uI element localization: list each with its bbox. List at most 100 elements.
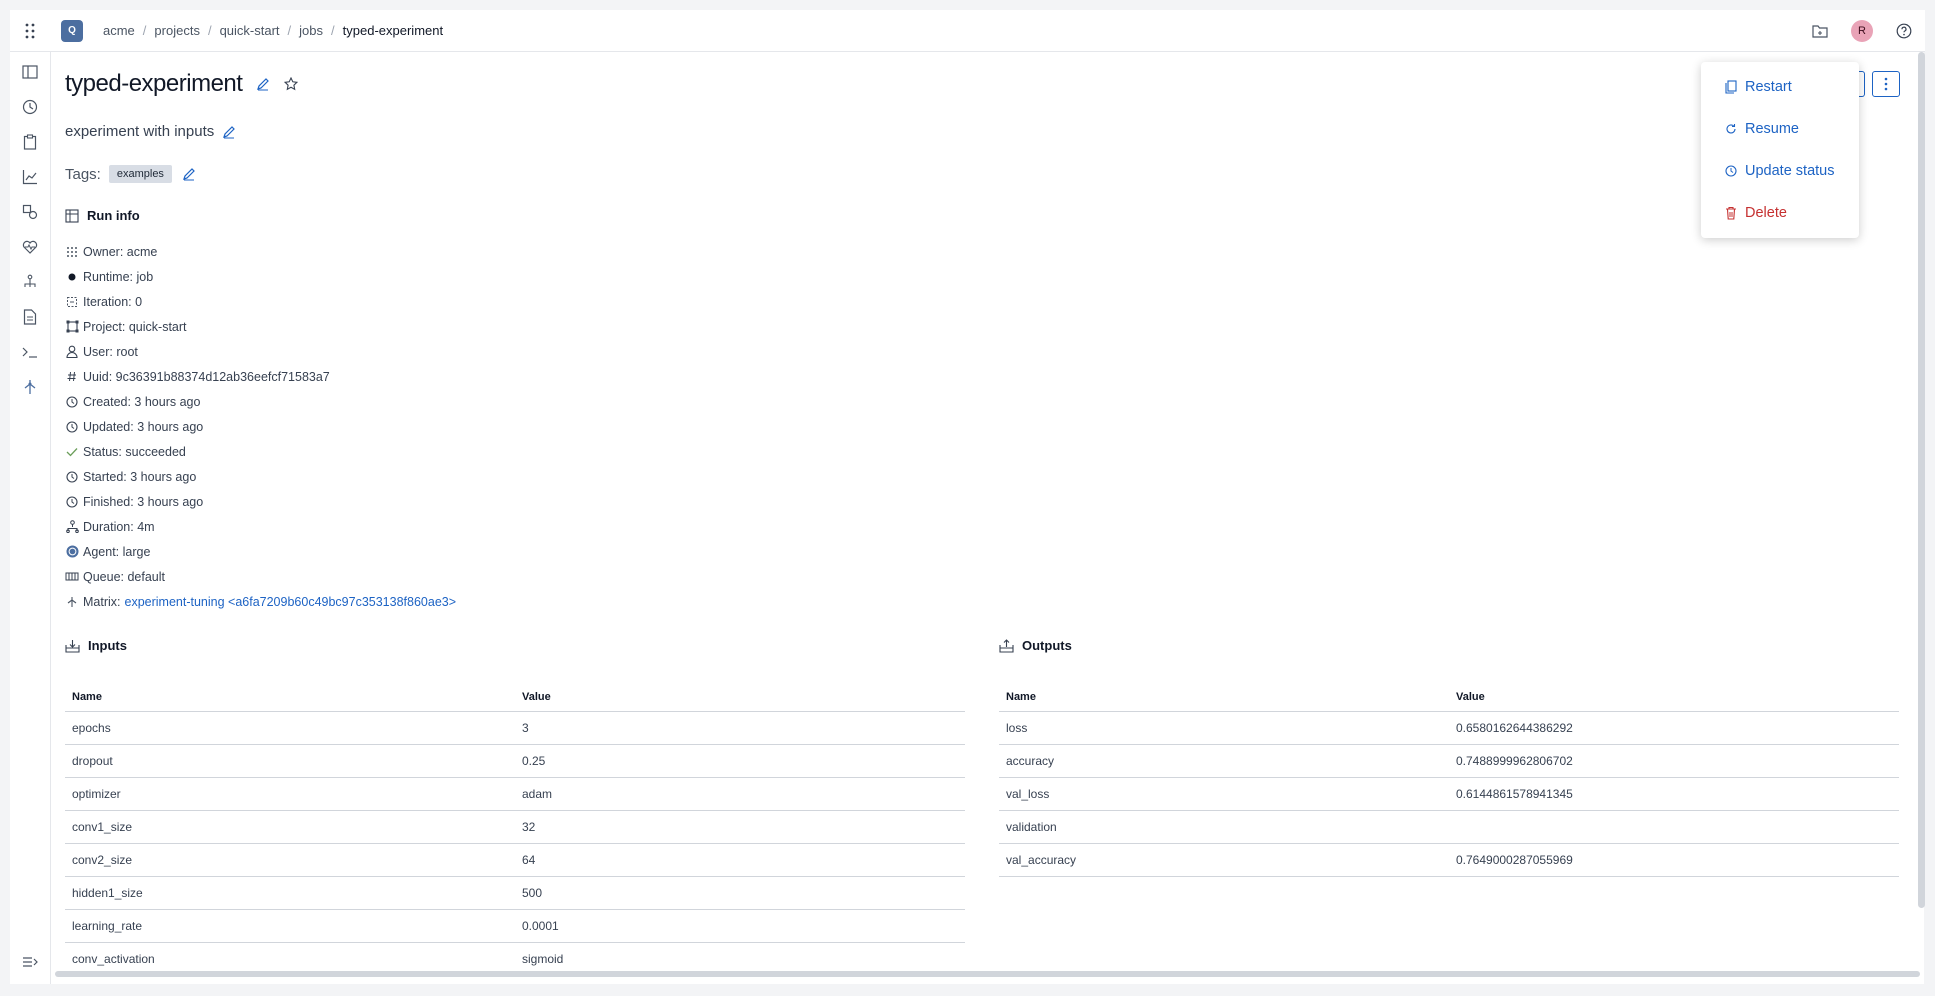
menu-item-restart[interactable]: Restart bbox=[1701, 66, 1859, 108]
inputs-title: Inputs bbox=[88, 638, 127, 653]
folder-icon[interactable] bbox=[1799, 24, 1841, 38]
hierarchy-icon bbox=[65, 520, 79, 534]
column-header-name: Name bbox=[65, 678, 515, 712]
info-iteration: Iteration: 0 bbox=[65, 289, 456, 314]
info-finished: Finished: 3 hours ago bbox=[65, 489, 456, 514]
breadcrumb-separator: / bbox=[142, 23, 147, 38]
info-queue-text: Queue: default bbox=[83, 569, 166, 584]
info-agent-text: Agent: large bbox=[83, 544, 151, 559]
column-header-value: Value bbox=[1449, 678, 1899, 712]
table-row: optimizer adam bbox=[65, 777, 965, 811]
info-project: Project: quick-start bbox=[65, 314, 456, 339]
panel-icon[interactable] bbox=[20, 62, 40, 82]
app-frame: Q acme / projects / quick-start / jobs /… bbox=[0, 0, 1935, 996]
breadcrumb-projects[interactable]: projects bbox=[154, 23, 200, 38]
star-icon[interactable] bbox=[284, 77, 299, 91]
info-agent: Agent: large bbox=[65, 539, 456, 564]
clipboard-icon[interactable] bbox=[20, 132, 40, 152]
help-icon[interactable] bbox=[1883, 23, 1925, 39]
table-row: loss 0.6580162644386292 bbox=[999, 711, 1899, 745]
matrix-icon bbox=[65, 595, 79, 609]
user-icon bbox=[65, 345, 79, 359]
user-avatar-button[interactable]: R bbox=[1841, 20, 1883, 42]
edit-title-icon[interactable] bbox=[256, 77, 270, 91]
vertical-scrollbar[interactable] bbox=[1918, 52, 1925, 908]
inputs-heading: Inputs bbox=[65, 638, 127, 653]
menu-item-resume[interactable]: Resume bbox=[1701, 108, 1859, 150]
table-row: val_loss 0.6144861578941345 bbox=[999, 777, 1899, 811]
project-icon bbox=[65, 320, 79, 334]
table-row: epochs 3 bbox=[65, 711, 965, 745]
edit-description-icon[interactable] bbox=[222, 125, 236, 139]
top-right-actions: R bbox=[1799, 10, 1925, 52]
description-row: experiment with inputs bbox=[65, 123, 236, 140]
edit-tags-icon[interactable] bbox=[182, 167, 196, 181]
breadcrumb-separator: / bbox=[207, 23, 212, 38]
health-icon[interactable] bbox=[20, 237, 40, 257]
shapes-icon[interactable] bbox=[20, 202, 40, 222]
apps-menu-icon[interactable] bbox=[10, 23, 50, 39]
queue-icon bbox=[65, 570, 79, 584]
breadcrumb-owner[interactable]: acme bbox=[103, 23, 135, 38]
table-row: hidden1_size 500 bbox=[65, 876, 965, 910]
run-info-heading: Run info bbox=[65, 208, 140, 223]
breadcrumb-separator: / bbox=[331, 23, 335, 38]
dot-icon bbox=[65, 270, 79, 284]
output-name: val_loss bbox=[999, 777, 1449, 811]
check-icon bbox=[65, 445, 79, 459]
info-owner: Owner: acme bbox=[65, 239, 456, 264]
output-name: loss bbox=[999, 711, 1449, 745]
output-name: validation bbox=[999, 810, 1449, 844]
matrix-icon[interactable] bbox=[20, 377, 40, 397]
info-runtime: Runtime: job bbox=[65, 264, 456, 289]
horizontal-scrollbar[interactable] bbox=[55, 971, 1920, 977]
breadcrumb-jobs[interactable]: jobs bbox=[299, 23, 323, 38]
inputs-header-row: Name Value bbox=[65, 678, 965, 712]
matrix-link[interactable]: experiment-tuning <a6fa7209b60c49bc97c35… bbox=[125, 595, 457, 609]
output-value: 0.6144861578941345 bbox=[1449, 777, 1899, 811]
input-name: epochs bbox=[65, 711, 515, 745]
input-value: 0.0001 bbox=[515, 909, 965, 943]
menu-item-label: Delete bbox=[1745, 205, 1787, 221]
agent-icon bbox=[65, 545, 79, 559]
more-actions-button[interactable] bbox=[1872, 71, 1900, 97]
info-status: Status: succeeded bbox=[65, 439, 456, 464]
expand-sidebar-icon[interactable] bbox=[20, 952, 40, 972]
copy-icon bbox=[1723, 80, 1739, 94]
page-title: typed-experiment bbox=[65, 70, 243, 97]
output-value: 0.6580162644386292 bbox=[1449, 711, 1899, 745]
info-created: Created: 3 hours ago bbox=[65, 389, 456, 414]
refresh-icon bbox=[1723, 123, 1739, 135]
left-sidebar bbox=[10, 52, 51, 984]
app-logo[interactable]: Q bbox=[61, 19, 83, 42]
info-queue: Queue: default bbox=[65, 564, 456, 589]
top-bar: Q acme / projects / quick-start / jobs /… bbox=[10, 10, 1925, 52]
document-icon[interactable] bbox=[20, 307, 40, 327]
clock-icon bbox=[65, 420, 79, 434]
breadcrumb-project[interactable]: quick-start bbox=[220, 23, 280, 38]
menu-item-label: Restart bbox=[1745, 79, 1792, 95]
menu-item-label: Update status bbox=[1745, 163, 1835, 179]
input-name: optimizer bbox=[65, 777, 515, 811]
menu-item-update-status[interactable]: Update status bbox=[1701, 150, 1859, 192]
chart-icon[interactable] bbox=[20, 167, 40, 187]
menu-item-delete[interactable]: Delete bbox=[1701, 192, 1859, 234]
tags-label: Tags: bbox=[65, 165, 101, 183]
outputs-heading: Outputs bbox=[999, 638, 1072, 653]
info-matrix-label: Matrix: bbox=[83, 594, 121, 609]
main-content: typed-experiment experiment with inputs … bbox=[51, 52, 1924, 984]
tag-badge: examples bbox=[108, 165, 172, 183]
hierarchy-icon[interactable] bbox=[20, 272, 40, 292]
input-value: 0.25 bbox=[515, 744, 965, 778]
table-row: dropout 0.25 bbox=[65, 744, 965, 778]
table-row: conv2_size 64 bbox=[65, 843, 965, 877]
info-owner-text: Owner: acme bbox=[83, 244, 158, 259]
info-uuid-text: Uuid: 9c36391b88374d12ab36eefcf71583a7 bbox=[83, 369, 330, 384]
info-status-text: Status: succeeded bbox=[83, 444, 186, 459]
history-icon[interactable] bbox=[20, 97, 40, 117]
input-value: 500 bbox=[515, 876, 965, 910]
outputs-table: Name Value loss 0.6580162644386292 accura… bbox=[999, 678, 1899, 877]
input-value: 3 bbox=[515, 711, 965, 745]
terminal-icon[interactable] bbox=[20, 342, 40, 362]
input-name: learning_rate bbox=[65, 909, 515, 943]
